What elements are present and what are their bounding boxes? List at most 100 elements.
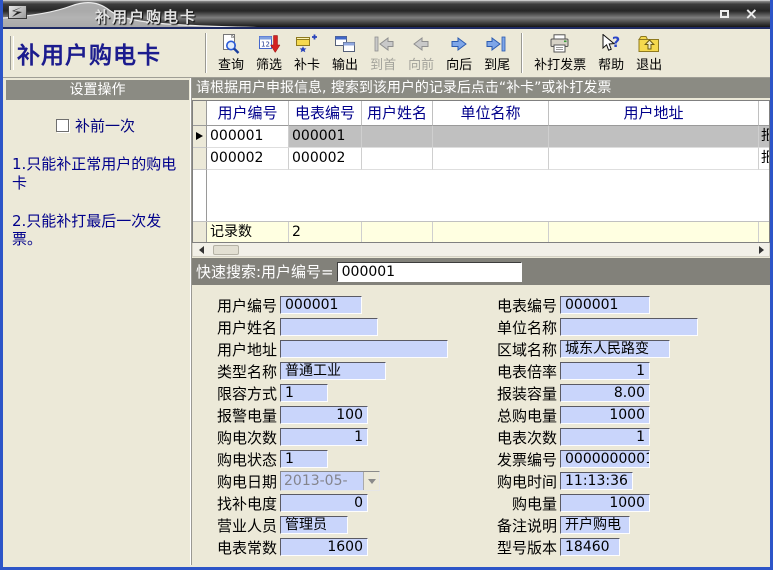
card-button[interactable]: 补卡: [289, 33, 325, 74]
invoice-button[interactable]: 补打发票: [529, 33, 591, 74]
form-row-model-version: 型号版本18460: [482, 536, 770, 558]
field-meter-count[interactable]: 1: [560, 428, 650, 446]
dropdown-value: 2013-05-25: [281, 472, 363, 490]
form-row-user-no: 用户编号000001: [202, 294, 482, 316]
maximize-button[interactable]: [720, 10, 729, 18]
field-label-meter-ratio: 电表倍率: [482, 361, 557, 382]
field-label-alarm-energy: 报警电量: [202, 405, 277, 426]
svg-text:?: ?: [612, 35, 620, 51]
grid-row-2[interactable]: 000002000002报: [193, 148, 769, 170]
form-row-adjust-energy: 找补电度0: [202, 492, 482, 514]
field-model-version[interactable]: 18460: [560, 538, 620, 556]
scroll-thumb[interactable]: [213, 245, 239, 255]
field-limit-mode[interactable]: 1: [280, 384, 328, 402]
quick-search-input[interactable]: [337, 262, 522, 282]
row-selector-header: [193, 101, 207, 126]
grid-cell[interactable]: 000002: [207, 148, 289, 170]
grid-row-1[interactable]: 000001000001 报: [193, 126, 769, 148]
field-label-adjust-energy: 找补电度: [202, 493, 277, 514]
field-label-purchase-status: 购电状态: [202, 449, 277, 470]
toolbar-button-label: 输出: [332, 54, 358, 73]
grid-cell[interactable]: [549, 148, 759, 170]
field-purchase-count[interactable]: 1: [280, 428, 368, 446]
field-meter-no[interactable]: 000001: [560, 296, 650, 314]
grid-cell[interactable]: 000001: [207, 126, 289, 148]
field-user-no[interactable]: 000001: [280, 296, 362, 314]
field-area-name[interactable]: 城东人民路变: [560, 340, 670, 358]
field-adjust-energy[interactable]: 0: [280, 494, 368, 512]
grid-cell[interactable]: 000002: [289, 148, 362, 170]
field-label-limit-mode: 限容方式: [202, 383, 277, 404]
column-header-5[interactable]: 用户地址: [549, 101, 759, 126]
column-header-3[interactable]: 用户姓名: [362, 101, 433, 126]
footer-record-count-label: 记录数: [207, 222, 289, 242]
footer-cell-overflow: [759, 222, 769, 242]
close-button[interactable]: ×: [745, 9, 758, 19]
toolbar-button-label: 帮助: [598, 54, 624, 73]
help-button[interactable]: ? 帮助: [593, 33, 629, 74]
scroll-right-icon[interactable]: [759, 246, 764, 254]
field-purchase-status[interactable]: 1: [280, 450, 328, 468]
form-column-right: 电表编号000001单位名称区域名称城东人民路变电表倍率1报装容量8.00总购电…: [482, 294, 770, 565]
toolbar-separator: [521, 33, 523, 73]
grid-hscrollbar[interactable]: [192, 243, 770, 257]
form-row-remark: 备注说明开户购电: [482, 514, 770, 536]
field-operator[interactable]: 管理员: [280, 516, 348, 534]
grid-cell[interactable]: [362, 126, 433, 148]
field-remark[interactable]: 开户购电: [560, 516, 630, 534]
checkbox-label: 补前一次: [75, 115, 135, 136]
grid-cell[interactable]: 000001: [289, 126, 362, 148]
grid-cell[interactable]: [362, 148, 433, 170]
field-purchase-amount[interactable]: 1000: [560, 494, 650, 512]
window-controls: ×: [720, 9, 758, 19]
field-total-energy[interactable]: 1000: [560, 406, 650, 424]
app-window: 补用户购电卡 × 补用户购电卡 查询12筛选补卡输出到首向前向后到尾补打发票?帮…: [0, 0, 773, 570]
column-header-2[interactable]: 电表编号: [289, 101, 362, 126]
field-type-name[interactable]: 普通工业: [280, 362, 386, 380]
field-label-invoice-no: 发票编号: [482, 449, 557, 470]
field-label-total-energy: 总购电量: [482, 405, 557, 426]
field-meter-constant[interactable]: 1600: [280, 538, 368, 556]
filter-calendar-icon: 12: [257, 34, 281, 54]
field-meter-ratio[interactable]: 1: [560, 362, 650, 380]
field-alarm-energy[interactable]: 100: [280, 406, 368, 424]
footer-cell: [433, 222, 549, 242]
field-unit-name[interactable]: [560, 318, 698, 336]
output-button[interactable]: 输出: [327, 33, 363, 74]
query-button[interactable]: 查询: [213, 33, 249, 74]
column-header-4[interactable]: 单位名称: [433, 101, 549, 126]
next-button[interactable]: 向后: [441, 33, 477, 74]
toolbar-button-label: 补打发票: [534, 54, 586, 73]
field-purchase-date-dropdown[interactable]: 2013-05-25: [280, 471, 380, 491]
pre-once-checkbox-row[interactable]: 补前一次: [56, 115, 189, 136]
nav-first-icon: [371, 34, 395, 54]
card-add-icon: [295, 34, 319, 54]
row-selector[interactable]: [193, 148, 207, 170]
dropdown-arrow-icon[interactable]: [363, 472, 379, 490]
toolbar-button-label: 向后: [446, 54, 472, 73]
field-invoice-no[interactable]: 0000000001: [560, 450, 650, 468]
field-purchase-time[interactable]: 11:13:36: [560, 472, 633, 490]
scroll-left-icon[interactable]: [199, 246, 204, 254]
nav-prev-icon: [409, 34, 433, 54]
filter-button[interactable]: 12筛选: [251, 33, 287, 74]
field-installed-capacity[interactable]: 8.00: [560, 384, 650, 402]
field-label-operator: 营业人员: [202, 515, 277, 536]
grid-cell[interactable]: [433, 148, 549, 170]
sidebar-header: 设置操作: [6, 80, 189, 100]
grid-cell[interactable]: [433, 126, 549, 148]
field-user-name[interactable]: [280, 318, 378, 336]
last-button[interactable]: 到尾: [479, 33, 515, 74]
form-row-meter-count: 电表次数1: [482, 426, 770, 448]
field-label-area-name: 区域名称: [482, 339, 557, 360]
help-cursor-icon: ?: [599, 34, 623, 54]
sidebar-note-1: 1.只能补正常用户的购电卡: [12, 155, 187, 193]
column-header-1[interactable]: 用户编号: [207, 101, 289, 126]
export-window-icon: [333, 34, 357, 54]
exit-button[interactable]: 退出: [631, 33, 667, 74]
row-selector-current[interactable]: [193, 126, 207, 148]
field-user-address[interactable]: [280, 340, 448, 358]
grid-cell[interactable]: [549, 126, 759, 148]
checkbox-icon[interactable]: [56, 119, 69, 132]
grid-cell-overflow: 报: [759, 126, 769, 148]
